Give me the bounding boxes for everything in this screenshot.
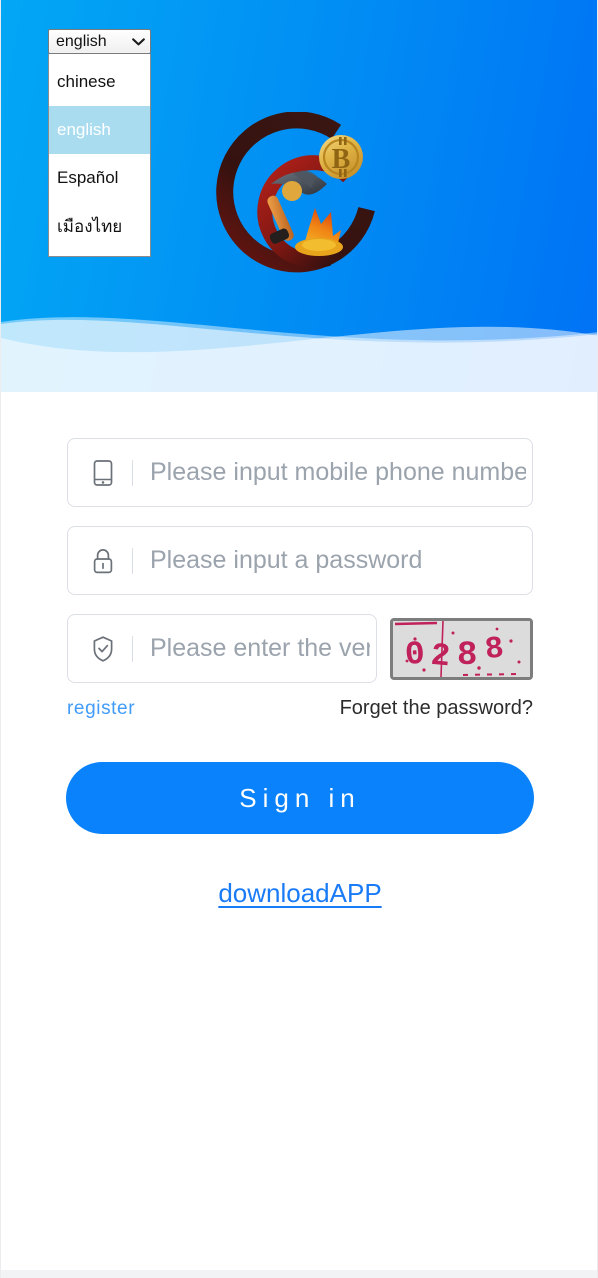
phone-field-row [67,438,533,507]
language-option-chinese[interactable]: chinese [49,58,150,106]
bitcoin-symbol: B [332,144,351,175]
auth-links-row: register Forget the password? [67,697,533,720]
field-divider [132,547,133,574]
mobile-phone-icon [93,459,113,486]
language-option-spanish[interactable]: Español [49,154,150,202]
language-option-english[interactable]: english [49,106,150,154]
verification-field-row: 0 2 8 8 [67,614,533,683]
field-divider [132,635,133,662]
register-link[interactable]: register [67,698,135,720]
sign-in-button[interactable]: Sign in [66,762,534,834]
password-input[interactable] [150,546,532,575]
download-app-row: downloadAPP [1,878,597,909]
password-field[interactable] [67,526,533,595]
captcha-image[interactable]: 0 2 8 8 [390,617,533,680]
field-divider [132,459,133,486]
phone-field[interactable] [67,438,533,507]
download-app-link[interactable]: downloadAPP [218,878,381,908]
login-form: 0 2 8 8 reg [1,438,597,909]
shield-check-icon [93,635,113,662]
captcha-graphic: 0 2 8 8 [393,620,530,677]
forgot-password-link[interactable]: Forget the password? [340,697,533,720]
login-page: B english chinese english Español เมืองไ… [0,0,598,1278]
language-selector[interactable]: english chinese english Español เมืองไทย [48,29,151,257]
captcha-digit-1: 0 [404,635,426,673]
wave-decoration [1,317,597,392]
chevron-down-icon [132,37,145,45]
language-select-button[interactable]: english [48,29,151,54]
language-option-label: chinese [57,72,116,91]
language-option-label: เมืองไทย [57,216,123,236]
language-options-list[interactable]: chinese english Español เมืองไทย [48,54,151,257]
language-option-label: Español [57,168,119,187]
language-option-thai[interactable]: เมืองไทย [49,202,150,250]
lock-icon [93,548,113,573]
password-field-row [67,526,533,595]
verification-code-input[interactable] [150,634,376,663]
language-option-label: english [57,120,111,139]
bottom-strip [1,1270,597,1278]
phone-input[interactable] [150,458,532,487]
verification-field[interactable] [67,614,377,683]
app-logo-graphic: B [216,112,375,273]
language-select-value: english [56,32,107,50]
captcha-digit-3: 8 [457,637,477,675]
